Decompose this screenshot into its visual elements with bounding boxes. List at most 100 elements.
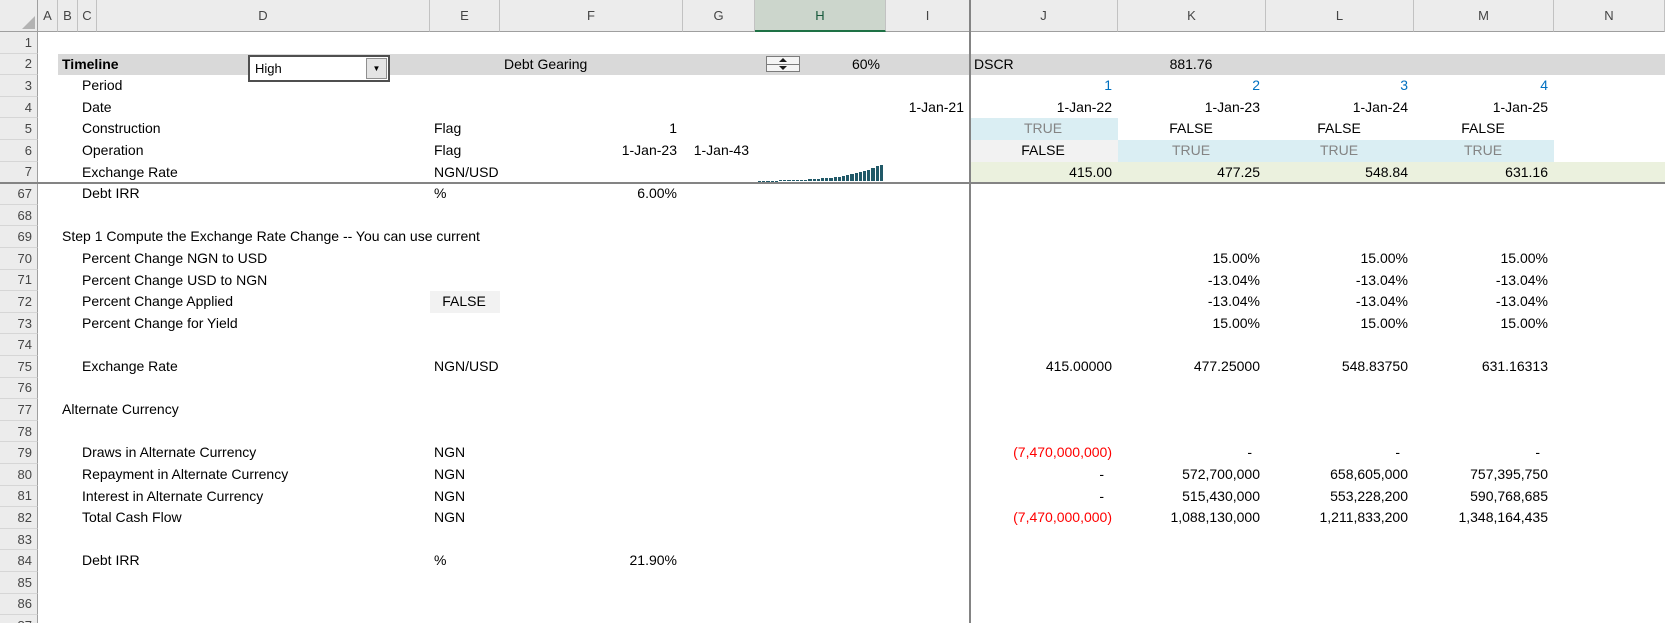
cell-M7[interactable]: 631.16 [1414, 162, 1554, 184]
cell-M80[interactable]: 757,395,750 [1414, 464, 1554, 486]
cell-K80[interactable]: 572,700,000 [1118, 464, 1266, 486]
row-header-75[interactable]: 75 [0, 356, 38, 378]
row-header-2[interactable]: 2 [0, 53, 38, 76]
cell-J81[interactable]: - [970, 486, 1118, 508]
cell-L82[interactable]: 1,211,833,200 [1266, 507, 1414, 529]
cell-F2[interactable]: Debt Gearing [500, 54, 683, 76]
col-header-D[interactable]: D [97, 0, 430, 32]
cell-M3[interactable]: 4 [1414, 75, 1554, 97]
cell-J75[interactable]: 415.00000 [970, 356, 1118, 378]
row-header-69[interactable]: 69 [0, 226, 38, 248]
cell-M4[interactable]: 1-Jan-25 [1414, 97, 1554, 119]
col-header-K[interactable]: K [1118, 0, 1266, 32]
row-header-83[interactable]: 83 [0, 528, 38, 551]
row-header-84[interactable]: 84 [0, 550, 38, 572]
cell-C67[interactable]: Debt IRR [78, 183, 146, 205]
col-header-C[interactable]: C [78, 0, 97, 32]
row-header-77[interactable]: 77 [0, 399, 38, 421]
cell-B2[interactable]: Timeline [58, 54, 125, 76]
cell-M81[interactable]: 590,768,685 [1414, 486, 1554, 508]
cell-M6[interactable]: TRUE [1414, 140, 1554, 162]
select-all-corner[interactable] [0, 0, 38, 32]
row-header-70[interactable]: 70 [0, 248, 38, 270]
cell-E79[interactable]: NGN [430, 442, 500, 464]
cell-L4[interactable]: 1-Jan-24 [1266, 97, 1414, 119]
cell-E82[interactable]: NGN [430, 507, 500, 529]
cell-K6[interactable]: TRUE [1118, 140, 1266, 162]
cell-K71[interactable]: -13.04% [1118, 270, 1266, 292]
cell-K4[interactable]: 1-Jan-23 [1118, 97, 1266, 119]
cell-L72[interactable]: -13.04% [1266, 291, 1414, 313]
cell-L6[interactable]: TRUE [1266, 140, 1414, 162]
cell-K79[interactable]: - [1118, 442, 1266, 464]
row-header-81[interactable]: 81 [0, 485, 38, 508]
cell-J2[interactable]: DSCR [970, 54, 1118, 76]
cell-L7[interactable]: 548.84 [1266, 162, 1414, 184]
row-header-67[interactable]: 67 [0, 183, 38, 205]
cell-C72[interactable]: Percent Change Applied [78, 291, 239, 313]
cell-K82[interactable]: 1,088,130,000 [1118, 507, 1266, 529]
cell-J80[interactable]: - [970, 464, 1118, 486]
debt-gearing-spinner[interactable] [766, 56, 800, 72]
cell-F6[interactable]: 1-Jan-23 [500, 140, 683, 162]
cell-L70[interactable]: 15.00% [1266, 248, 1414, 270]
col-header-G[interactable]: G [683, 0, 755, 32]
cell-C6[interactable]: Operation [78, 140, 149, 162]
cell-C82[interactable]: Total Cash Flow [78, 507, 188, 529]
row-header-87[interactable]: 87 [0, 615, 38, 623]
cell-L79[interactable]: - [1266, 442, 1414, 464]
cell-M75[interactable]: 631.16313 [1414, 356, 1554, 378]
cell-K73[interactable]: 15.00% [1118, 313, 1266, 335]
cell-F5[interactable]: 1 [500, 118, 683, 140]
col-header-A[interactable]: A [38, 0, 58, 32]
row-header-86[interactable]: 86 [0, 593, 38, 616]
cell-M72[interactable]: -13.04% [1414, 291, 1554, 313]
row-header-4[interactable]: 4 [0, 96, 38, 119]
cell-G6[interactable]: 1-Jan-43 [683, 140, 755, 162]
cell-K3[interactable]: 2 [1118, 75, 1266, 97]
cell-L5[interactable]: FALSE [1266, 118, 1414, 140]
cell-C80[interactable]: Repayment in Alternate Currency [78, 464, 294, 486]
cell-C75[interactable]: Exchange Rate [78, 356, 184, 378]
col-header-I[interactable]: I [886, 0, 970, 32]
cell-M70[interactable]: 15.00% [1414, 248, 1554, 270]
cell-C70[interactable]: Percent Change NGN to USD [78, 248, 273, 270]
cell-J5[interactable]: TRUE [970, 118, 1118, 140]
cell-J7[interactable]: 415.00 [970, 162, 1118, 184]
row-header-76[interactable]: 76 [0, 377, 38, 400]
cell-E72[interactable]: FALSE [430, 291, 500, 313]
row-header-5[interactable]: 5 [0, 118, 38, 140]
cell-J82[interactable]: (7,470,000,000) [970, 507, 1118, 529]
cell-C4[interactable]: Date [78, 97, 118, 119]
cell-C3[interactable]: Period [78, 75, 128, 97]
cell-C71[interactable]: Percent Change USD to NGN [78, 270, 273, 292]
exchange-rate-sparkline[interactable] [755, 162, 886, 184]
cell-M79[interactable]: - [1414, 442, 1554, 464]
row-header-71[interactable]: 71 [0, 269, 38, 292]
cell-E81[interactable]: NGN [430, 486, 500, 508]
cell-C5[interactable]: Construction [78, 118, 167, 140]
row-header-68[interactable]: 68 [0, 204, 38, 227]
row-header-80[interactable]: 80 [0, 464, 38, 486]
cell-I4[interactable]: 1-Jan-21 [886, 97, 970, 119]
row-header-79[interactable]: 79 [0, 442, 38, 464]
cell-K81[interactable]: 515,430,000 [1118, 486, 1266, 508]
row-header-6[interactable]: 6 [0, 140, 38, 162]
col-header-E[interactable]: E [430, 0, 500, 32]
cell-M82[interactable]: 1,348,164,435 [1414, 507, 1554, 529]
cell-L80[interactable]: 658,605,000 [1266, 464, 1414, 486]
cell-E84[interactable]: % [430, 550, 500, 572]
row-header-72[interactable]: 72 [0, 291, 38, 313]
cell-L3[interactable]: 3 [1266, 75, 1414, 97]
col-header-N[interactable]: N [1554, 0, 1665, 32]
spinner-up-button[interactable] [767, 57, 799, 65]
cell-B69[interactable]: Step 1 Compute the Exchange Rate Change … [58, 226, 486, 248]
cell-L71[interactable]: -13.04% [1266, 270, 1414, 292]
cell-L81[interactable]: 553,228,200 [1266, 486, 1414, 508]
cell-K72[interactable]: -13.04% [1118, 291, 1266, 313]
row-header-74[interactable]: 74 [0, 334, 38, 356]
col-header-M[interactable]: M [1414, 0, 1554, 32]
row-header-3[interactable]: 3 [0, 75, 38, 97]
cell-K2[interactable]: 881.76 [1118, 54, 1266, 76]
cell-E5[interactable]: Flag [430, 118, 500, 140]
